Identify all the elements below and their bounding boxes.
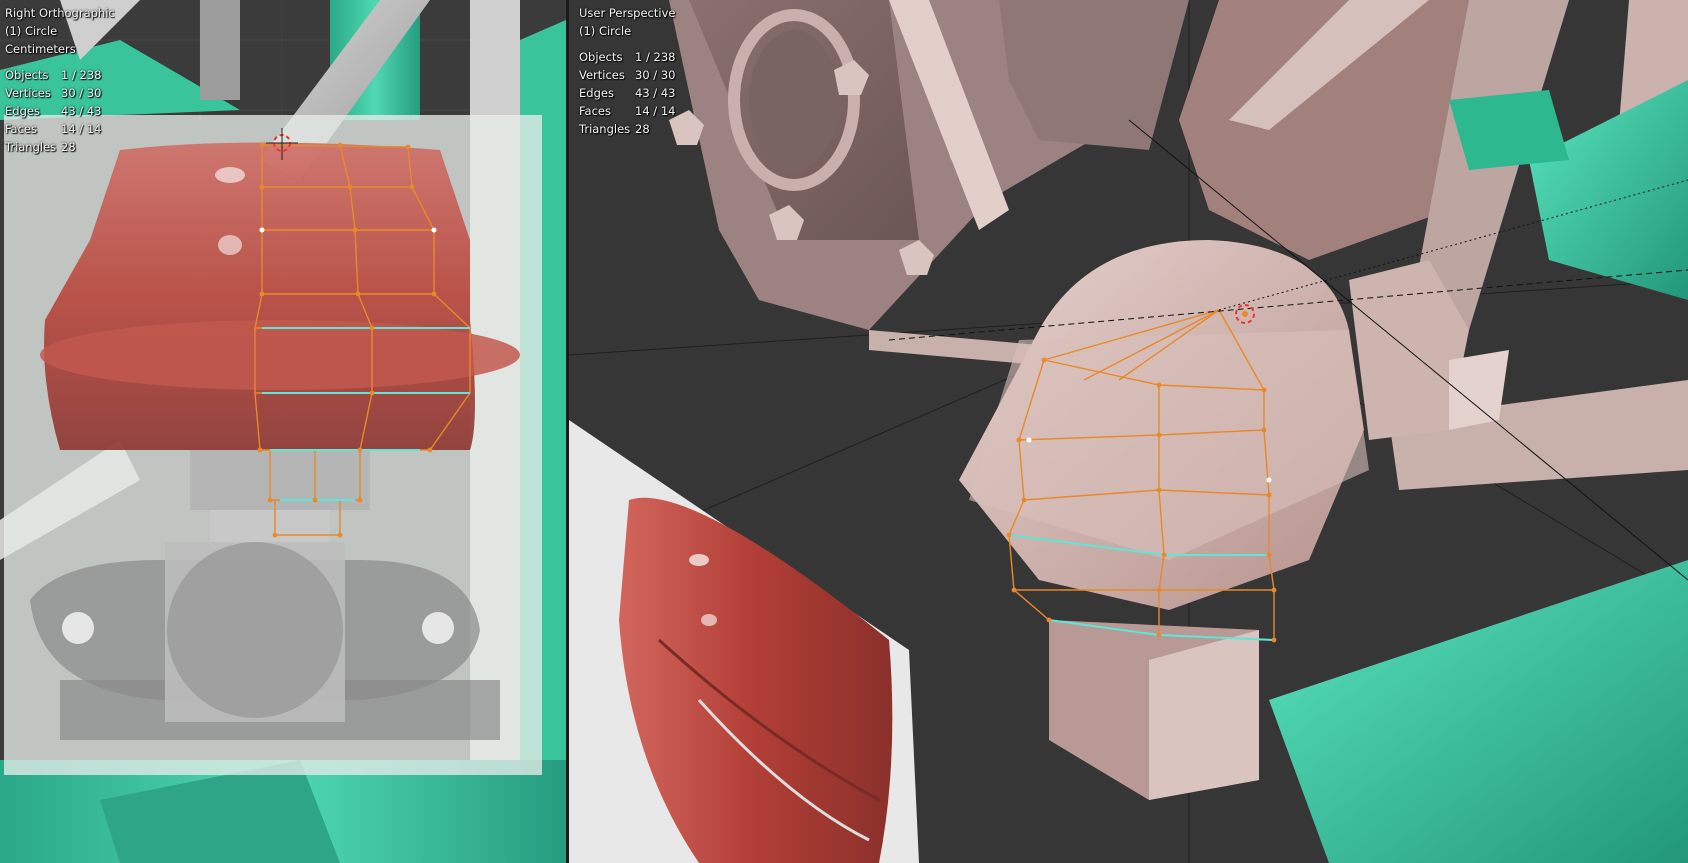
stat-value: 43 / 43 — [635, 86, 676, 100]
reference-image-plane — [4, 115, 542, 775]
stat-objects: Objects 1 / 238 — [579, 48, 675, 66]
units-label: Centimeters — [5, 42, 76, 56]
vertex-selected — [259, 227, 265, 233]
stat-objects: Objects 1 / 238 — [5, 66, 115, 84]
active-object: (1) Circle — [5, 24, 58, 38]
scene-stats: Objects 1 / 238 Vertices 30 / 30 Edges 43 /… — [579, 48, 675, 138]
blender-app: Right Orthographic (1) Circle Centimeter… — [0, 0, 1688, 863]
vertex-selected — [1026, 437, 1032, 443]
stat-label: Faces — [5, 122, 37, 136]
scene-stats: Objects 1 / 238 Vertices 30 / 30 Edges 43 /… — [5, 66, 115, 156]
stat-value: 43 / 43 — [61, 104, 102, 118]
reference-image-plane-3d — [569, 420, 919, 863]
viewport-info-overlay: Right Orthographic (1) Circle Centimeter… — [5, 4, 115, 156]
stat-value: 1 / 238 — [61, 68, 102, 82]
stat-label: Edges — [5, 104, 40, 118]
stat-value: 14 / 14 — [61, 122, 102, 136]
stat-label: Triangles — [579, 122, 631, 136]
stat-edges: Edges 43 / 43 — [5, 102, 115, 120]
stat-value: 14 / 14 — [635, 104, 676, 118]
stat-value: 30 / 30 — [635, 68, 676, 82]
stat-label: Faces — [579, 104, 611, 118]
right-viewport[interactable]: User Perspective (1) Circle Objects 1 / 2… — [569, 0, 1688, 863]
stat-label: Vertices — [5, 86, 51, 100]
stat-vertices: Vertices 30 / 30 — [579, 66, 675, 84]
stat-vertices: Vertices 30 / 30 — [5, 84, 115, 102]
stat-faces: Faces 14 / 14 — [579, 102, 675, 120]
vertex-selected — [1266, 477, 1272, 483]
stat-triangles: Triangles 28 — [579, 120, 675, 138]
stat-faces: Faces 14 / 14 — [5, 120, 115, 138]
viewport-info-overlay: User Perspective (1) Circle Objects 1 / 2… — [579, 4, 675, 138]
view-name: User Perspective — [579, 6, 676, 20]
stat-value: 30 / 30 — [61, 86, 102, 100]
stat-value: 28 — [61, 140, 76, 154]
left-viewport[interactable]: Right Orthographic (1) Circle Centimeter… — [0, 0, 566, 863]
right-viewport-scene[interactable] — [569, 0, 1688, 863]
vertex-selected — [431, 227, 437, 233]
view-name: Right Orthographic — [5, 6, 115, 20]
stat-label: Objects — [579, 50, 623, 64]
stat-label: Edges — [579, 86, 614, 100]
stat-edges: Edges 43 / 43 — [579, 84, 675, 102]
stat-triangles: Triangles 28 — [5, 138, 115, 156]
stat-label: Vertices — [579, 68, 625, 82]
stat-label: Triangles — [5, 140, 57, 154]
stat-label: Objects — [5, 68, 49, 82]
stat-value: 1 / 238 — [635, 50, 676, 64]
active-object: (1) Circle — [579, 24, 632, 38]
stat-value: 28 — [635, 122, 650, 136]
